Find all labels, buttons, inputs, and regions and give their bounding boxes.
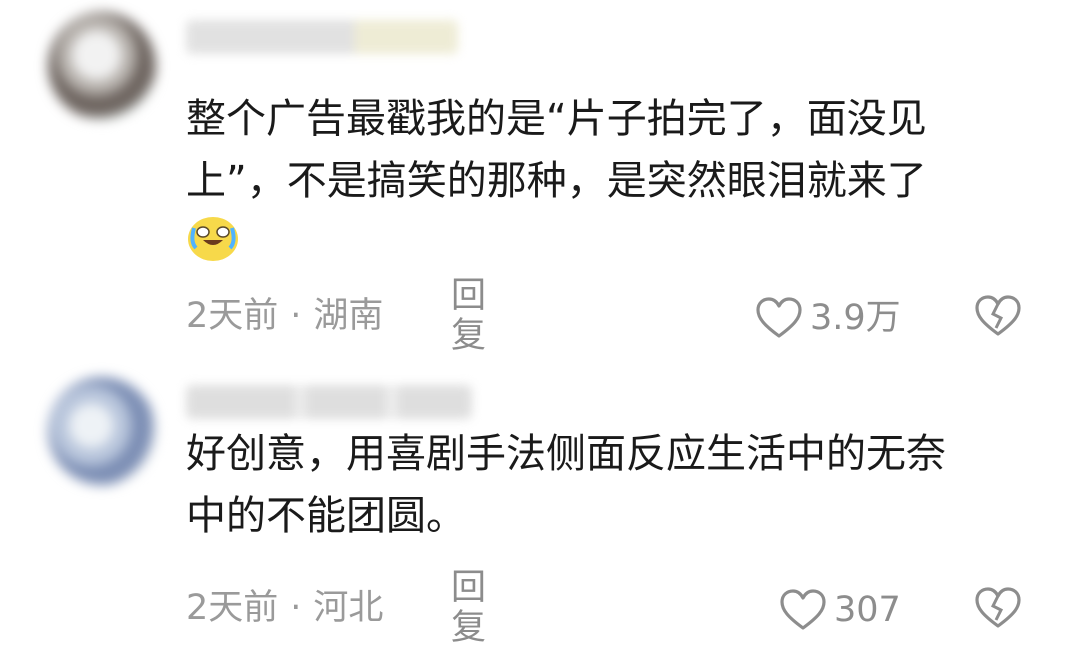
comment-line: 好创意，用喜剧手法侧面反应生活中的无奈 (186, 431, 946, 477)
comment-line: 整个广告最戳我的是“片子拍完了，面没见 (186, 96, 927, 142)
like-count: 3.9万 (810, 298, 901, 338)
like-count: 307 (834, 590, 901, 630)
comment-text: 好创意，用喜剧手法侧面反应生活中的无奈 中的不能团圆。 (186, 423, 1036, 547)
heart-icon (780, 589, 826, 630)
comment-meta: 2天前 · 湖南 回复 (186, 276, 486, 356)
meta-separator: · (290, 588, 302, 628)
like-button[interactable]: 3.9万 (754, 296, 901, 340)
username-blurred[interactable] (186, 385, 472, 419)
reply-button[interactable]: 回复 (451, 276, 486, 356)
crying-laughing-emoji-icon (188, 217, 238, 261)
username-blurred[interactable] (186, 20, 458, 54)
comment-line: 中的不能团圆。 (186, 493, 466, 539)
comment-location: 河北 (313, 588, 384, 628)
meta-separator: · (290, 296, 302, 336)
comment-time: 2天前 (186, 296, 279, 336)
avatar[interactable] (48, 377, 156, 485)
reply-button[interactable]: 回复 (451, 568, 486, 648)
comment-location: 湖南 (313, 296, 384, 336)
comment-item: 好创意，用喜剧手法侧面反应生活中的无奈 中的不能团圆。 2天前 · 河北 回复 … (0, 345, 1080, 651)
broken-heart-icon[interactable] (974, 294, 1022, 338)
heart-icon (756, 297, 802, 338)
comment-time: 2天前 (186, 588, 279, 628)
avatar[interactable] (48, 12, 156, 120)
comment-item: 整个广告最戳我的是“片子拍完了，面没见 上”，不是搞笑的那种，是突然眼泪就来了 … (0, 0, 1080, 356)
comment-text: 整个广告最戳我的是“片子拍完了，面没见 上”，不是搞笑的那种，是突然眼泪就来了 (186, 88, 1036, 212)
broken-heart-icon[interactable] (974, 586, 1022, 630)
comment-line: 上”，不是搞笑的那种，是突然眼泪就来了 (186, 158, 927, 204)
like-button[interactable]: 307 (778, 588, 901, 632)
comment-meta: 2天前 · 河北 回复 (186, 568, 486, 648)
